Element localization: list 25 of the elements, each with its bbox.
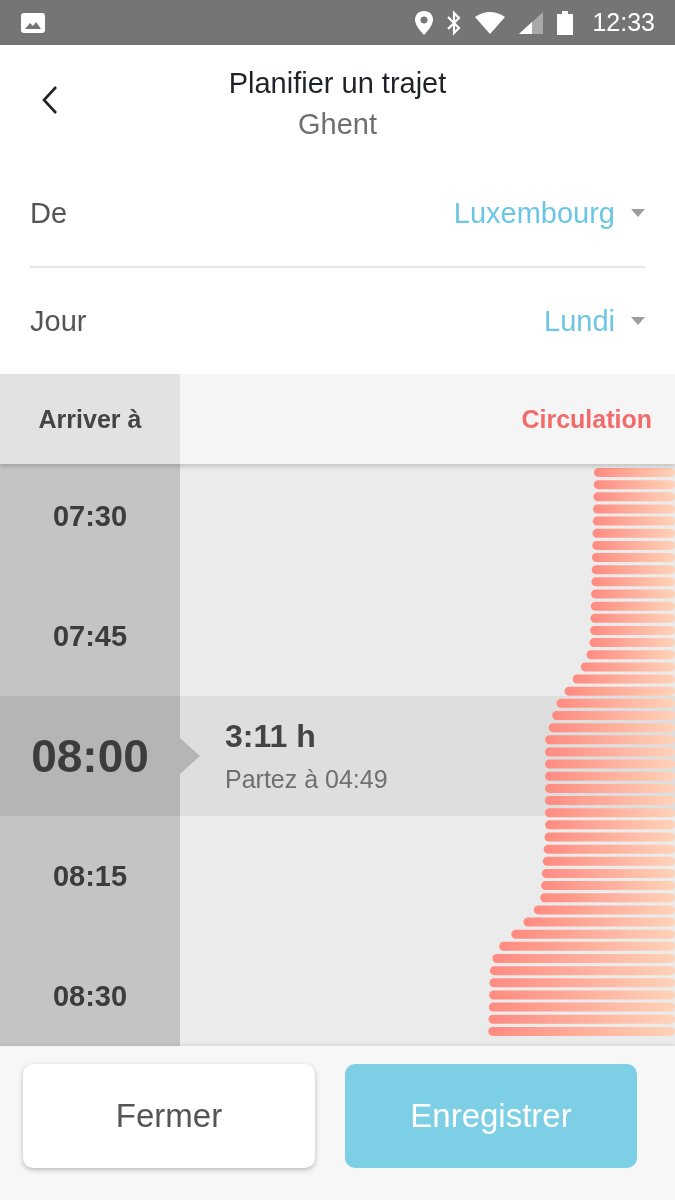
time-slot[interactable]: 08:00 [0,696,180,816]
signal-icon [518,10,545,35]
time-slot[interactable]: 08:30 [0,936,180,1046]
time-slot[interactable]: 07:45 [0,576,180,696]
image-icon [20,10,46,35]
pointer-icon [180,738,200,774]
battery-icon [556,9,575,36]
field-label: Jour [30,304,87,338]
back-icon [40,85,60,115]
wifi-icon [474,10,507,35]
field-label: De [30,196,68,230]
time-slot[interactable]: 07:30 [0,464,180,576]
location-icon [414,9,435,36]
column-header: Arriver à [0,374,180,464]
screen-title: Planifier un trajet [228,67,447,100]
bluetooth-icon [446,9,463,36]
column-header: Circulation [521,404,652,434]
status-time: 12:33 [592,8,655,37]
screen-subtitle: Ghent [297,108,378,141]
time-slot[interactable]: 08:15 [0,816,180,936]
close-button[interactable]: Fermer [23,1064,315,1168]
trip-duration: 3:11 h [225,718,317,755]
departure-time: Partez à 04:49 [225,765,388,794]
caret-icon [631,209,645,217]
caret-icon [631,317,645,325]
